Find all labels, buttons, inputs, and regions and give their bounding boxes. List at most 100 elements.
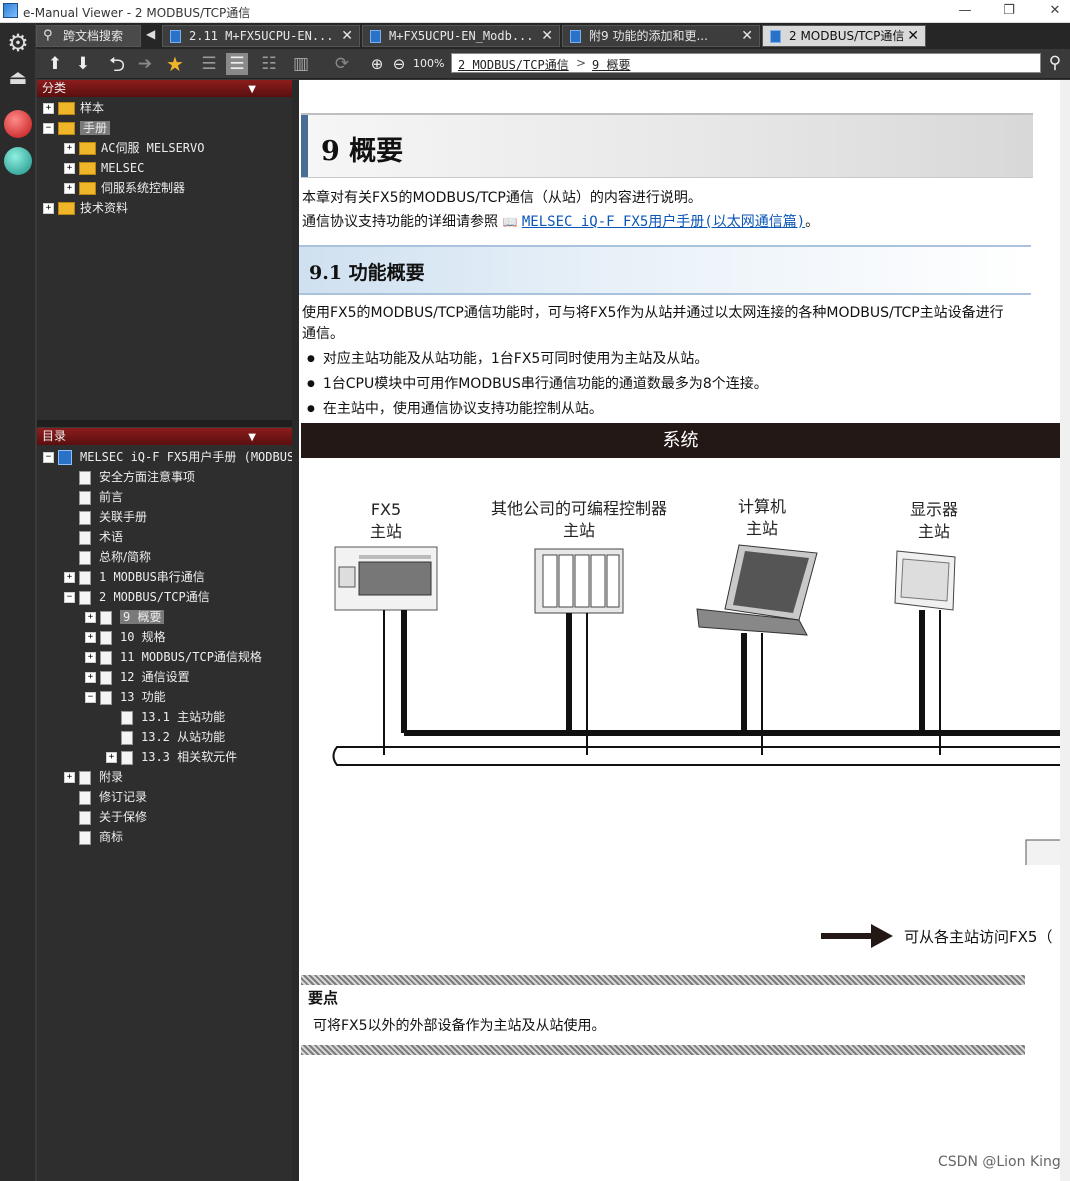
- folder-icon: [79, 142, 96, 155]
- breadcrumb-separator: >: [576, 56, 587, 70]
- tab-bar: ⚲ 跨文档搜索 ◀ 2.11 M+FX5UCPU-EN... ✕ M+FX5UC…: [36, 23, 1070, 49]
- zoom-out-icon[interactable]: ⊖: [388, 53, 410, 75]
- toc-panel-icon[interactable]: [4, 147, 32, 175]
- toc-item[interactable]: 商标: [79, 827, 123, 847]
- toc-panel-header[interactable]: 目录 ▼: [37, 428, 292, 445]
- page-icon: [121, 710, 133, 725]
- tab-modbus-tcp[interactable]: 2 MODBUS/TCP通信 ✕: [762, 25, 926, 47]
- title-bar: e-Manual Viewer - 2 MODBUS/TCP通信 — ❐ ✕: [0, 0, 1070, 23]
- arrow-down-icon[interactable]: ⬇: [72, 53, 94, 75]
- page-icon: [79, 530, 91, 545]
- page-icon: [79, 810, 91, 825]
- toc-item[interactable]: +1 MODBUS串行通信: [64, 567, 205, 587]
- category-item[interactable]: + AC伺服 MELSERVO: [64, 138, 204, 158]
- folder-icon: [79, 162, 96, 175]
- expand-icon[interactable]: +: [43, 103, 54, 114]
- intro-paragraph: 本章对有关FX5的MODBUS/TCP通信（从站）的内容进行说明。: [302, 190, 702, 206]
- expand-icon[interactable]: +: [85, 612, 96, 623]
- arrow-up-icon[interactable]: ⬆: [44, 53, 66, 75]
- category-item[interactable]: + 技术资料: [43, 198, 128, 218]
- bookshelf-icon[interactable]: ⏏: [4, 63, 32, 91]
- favorite-star-icon[interactable]: ★: [164, 53, 186, 75]
- expand-icon[interactable]: +: [64, 572, 75, 583]
- toc-item[interactable]: 关联手册: [79, 507, 147, 527]
- category-item[interactable]: + MELSEC: [64, 158, 144, 178]
- forward-icon[interactable]: ➔: [134, 53, 156, 75]
- expand-icon[interactable]: +: [85, 672, 96, 683]
- vertical-splitter[interactable]: [292, 80, 299, 1181]
- close-window-button[interactable]: ✕: [1040, 1, 1070, 21]
- tab-cross-search[interactable]: ⚲ 跨文档搜索: [36, 25, 141, 47]
- comment-icon[interactable]: ☰: [198, 53, 220, 75]
- note-icon[interactable]: ☰: [226, 53, 248, 75]
- collapse-icon[interactable]: −: [43, 452, 54, 463]
- expand-icon[interactable]: +: [64, 143, 75, 154]
- category-panel-icon[interactable]: [4, 110, 32, 138]
- page-icon: [79, 510, 91, 525]
- toc-item[interactable]: 安全方面注意事项: [79, 467, 195, 487]
- search-icon[interactable]: ⚲: [1044, 53, 1066, 75]
- close-icon[interactable]: ✕: [341, 26, 353, 46]
- point-title: 要点: [308, 989, 339, 1007]
- document-content: 9 概要 本章对有关FX5的MODBUS/TCP通信（从站）的内容进行说明。 通…: [299, 80, 1070, 1181]
- chevron-down-icon[interactable]: ▼: [248, 81, 256, 98]
- refresh-icon[interactable]: ⟳: [331, 53, 353, 75]
- toc-item[interactable]: 13.1 主站功能: [121, 707, 225, 727]
- maximize-button[interactable]: ❐: [994, 1, 1024, 21]
- gear-icon[interactable]: ⚙: [4, 29, 32, 57]
- toc-item[interactable]: 关于保修: [79, 807, 147, 827]
- toc-item[interactable]: −13 功能: [85, 687, 166, 707]
- tab-modbus-doc[interactable]: M+FX5UCPU-EN_Modb... ✕: [362, 25, 560, 47]
- breadcrumb: 2 MODBUS/TCP通信 > 9 概要: [451, 53, 1041, 73]
- category-item[interactable]: + 伺服系统控制器: [64, 178, 185, 198]
- minimize-button[interactable]: —: [950, 1, 980, 21]
- breadcrumb-item[interactable]: 9 概要: [592, 56, 630, 73]
- close-icon[interactable]: ✕: [541, 26, 553, 46]
- close-icon[interactable]: ✕: [741, 26, 753, 46]
- columns-icon[interactable]: ▥: [290, 53, 312, 75]
- expand-icon[interactable]: +: [43, 203, 54, 214]
- left-rail: ⚙ ⏏: [0, 23, 35, 1181]
- toc-item-selected[interactable]: +9 概要: [85, 607, 165, 627]
- toc-item[interactable]: 13.2 从站功能: [121, 727, 225, 747]
- tab-appendix-9[interactable]: 附9 功能的添加和更... ✕: [562, 25, 760, 47]
- toc-item[interactable]: +13.3 相关软元件: [106, 747, 237, 767]
- toc-item[interactable]: 总称/简称: [79, 547, 151, 567]
- breadcrumb-item[interactable]: 2 MODBUS/TCP通信: [458, 56, 569, 73]
- vertical-scrollbar[interactable]: [1060, 80, 1070, 1181]
- collapse-icon[interactable]: −: [85, 692, 96, 703]
- toc-item[interactable]: − MELSEC iQ-F FX5用户手册 (MODBUS: [43, 447, 294, 467]
- expand-icon[interactable]: +: [64, 183, 75, 194]
- section-header: 9.1 功能概要: [299, 245, 1031, 295]
- collapse-icon[interactable]: −: [64, 592, 75, 603]
- manual-link[interactable]: MELSEC iQ-F FX5用户手册(以太网通信篇): [522, 214, 805, 230]
- expand-icon[interactable]: +: [64, 772, 75, 783]
- toc-item[interactable]: +12 通信设置: [85, 667, 190, 687]
- section-title: 9.1 功能概要: [309, 262, 425, 284]
- toc-panel: 目录 ▼ − MELSEC iQ-F FX5用户手册 (MODBUS 安全方面注意…: [37, 428, 294, 1181]
- toc-item[interactable]: 修订记录: [79, 787, 147, 807]
- category-panel-header[interactable]: 分类 ▼: [37, 80, 292, 97]
- toc-item[interactable]: −2 MODBUS/TCP通信: [64, 587, 210, 607]
- toc-item[interactable]: +11 MODBUS/TCP通信规格: [85, 647, 262, 667]
- zoom-in-icon[interactable]: ⊕: [366, 53, 388, 75]
- expand-icon[interactable]: +: [106, 752, 117, 763]
- close-icon[interactable]: ✕: [907, 26, 919, 46]
- category-item[interactable]: + 样本: [43, 98, 104, 118]
- expand-icon[interactable]: +: [64, 163, 75, 174]
- back-icon[interactable]: ⮌: [106, 53, 128, 75]
- category-item[interactable]: − 手册: [43, 118, 111, 138]
- tab-scroll-left-icon[interactable]: ◀: [146, 27, 155, 41]
- toc-item[interactable]: 术语: [79, 527, 123, 547]
- expand-icon[interactable]: +: [85, 652, 96, 663]
- toc-item[interactable]: +10 规格: [85, 627, 166, 647]
- chevron-down-icon[interactable]: ▼: [248, 429, 256, 446]
- toc-item[interactable]: + 附录: [64, 767, 123, 787]
- panel-splitter[interactable]: [37, 420, 292, 427]
- outline-icon[interactable]: ☷: [258, 53, 280, 75]
- tab-2-11[interactable]: 2.11 M+FX5UCPU-EN... ✕: [162, 25, 360, 47]
- collapse-icon[interactable]: −: [43, 123, 54, 134]
- toc-item[interactable]: 前言: [79, 487, 123, 507]
- expand-icon[interactable]: +: [85, 632, 96, 643]
- bullet-item: 在主站中，使用通信协议支持功能控制从站。: [307, 398, 603, 418]
